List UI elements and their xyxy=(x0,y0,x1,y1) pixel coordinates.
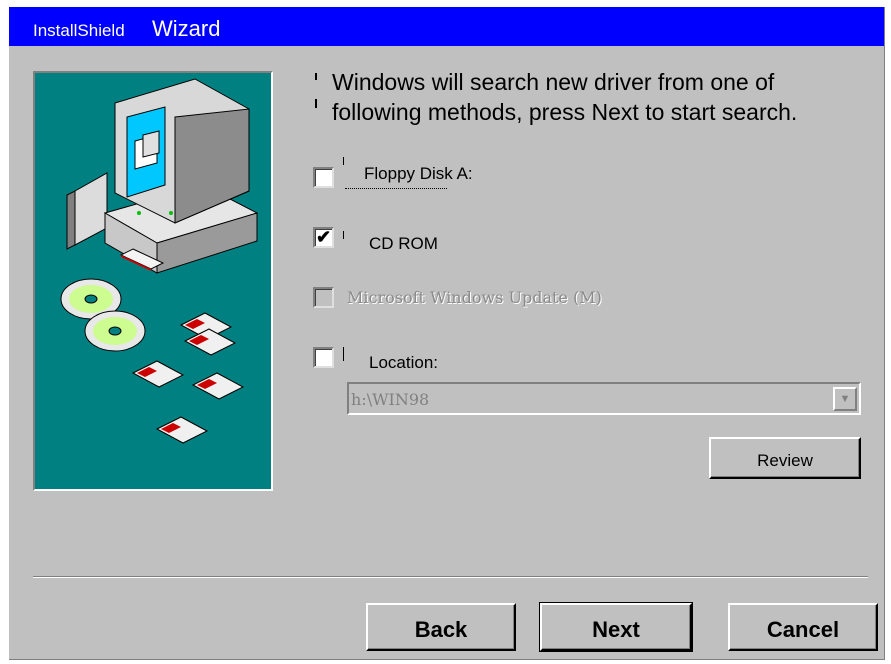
instruction-text: Windows will search new driver from one … xyxy=(332,69,798,125)
title-bar-edge xyxy=(313,46,884,54)
text-marker xyxy=(315,99,317,108)
focus-rectangle xyxy=(345,188,447,189)
floppy-disk-icon xyxy=(131,312,245,444)
text-marker xyxy=(343,157,344,165)
next-button-label: Next xyxy=(592,617,640,642)
next-button[interactable]: Next xyxy=(539,602,693,652)
wizard-illustration xyxy=(33,71,273,491)
back-button[interactable]: Back xyxy=(366,603,516,651)
location-checkbox[interactable] xyxy=(313,347,334,368)
cd-disc-icon xyxy=(60,278,146,352)
installshield-wizard-window: InstallShield Wizard Windows will search… xyxy=(8,6,884,659)
back-button-label: Back xyxy=(414,617,468,642)
dropdown-arrow-icon[interactable]: ▼ xyxy=(833,387,857,411)
cd-rom-checkbox[interactable]: ✔ xyxy=(313,227,334,248)
title-main: Wizard xyxy=(152,16,221,41)
divider xyxy=(33,576,868,578)
location-combobox[interactable]: h:\WIN98 ▼ xyxy=(347,382,861,415)
text-marker xyxy=(315,73,317,80)
text-marker xyxy=(343,347,344,361)
floppy-disk-checkbox[interactable] xyxy=(313,167,334,188)
review-button-label: Review xyxy=(757,451,813,470)
floppy-disk-label[interactable]: Floppy Disk A: xyxy=(364,164,473,184)
windows-update-checkbox[interactable] xyxy=(313,287,334,308)
title-bar[interactable]: InstallShield Wizard xyxy=(9,7,884,46)
cancel-button[interactable]: Cancel xyxy=(728,603,878,651)
cd-rom-label[interactable]: CD ROM xyxy=(369,234,438,254)
windows-update-label[interactable]: Microsoft Windows Update (M) xyxy=(347,288,602,307)
location-label[interactable]: Location: xyxy=(369,353,438,373)
illustration-graphic xyxy=(60,78,259,444)
location-value: h:\WIN98 xyxy=(351,390,430,409)
title-prefix: InstallShield xyxy=(33,21,125,40)
review-button[interactable]: Review xyxy=(709,437,861,479)
computer-icon xyxy=(66,78,259,274)
text-marker xyxy=(343,231,344,239)
cancel-button-label: Cancel xyxy=(766,617,840,642)
